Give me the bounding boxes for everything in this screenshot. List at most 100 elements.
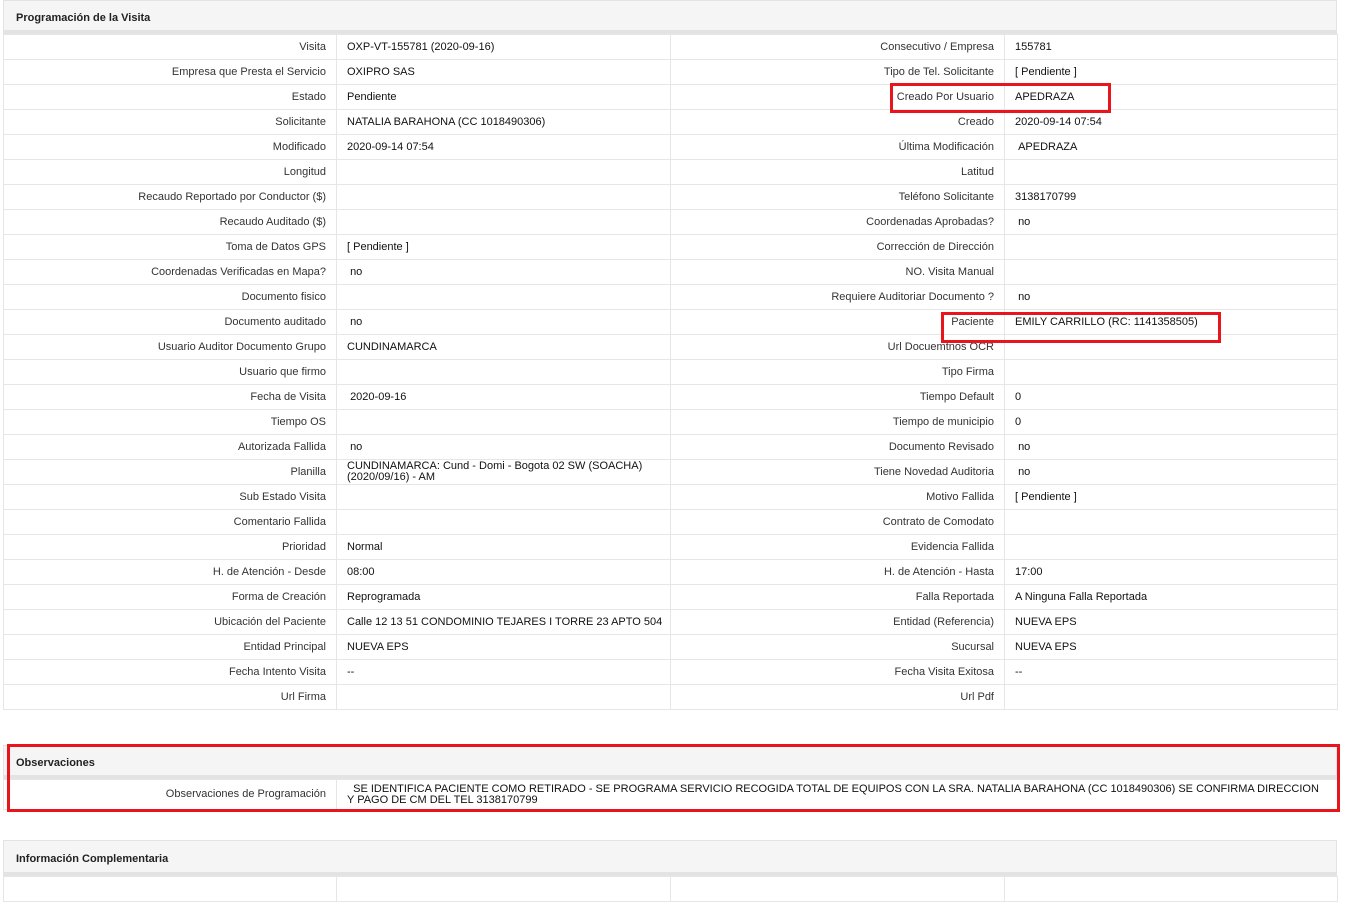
table-row: Solicitante NATALIA BARAHONA (CC 10184903… (3, 109, 1338, 135)
field-value: 0 (1004, 409, 1338, 435)
field-label: Corrección de Dirección (670, 234, 1005, 260)
table-row: Forma de Creación Reprogramada Falla Repor… (3, 584, 1338, 610)
field-label: Url Pdf (670, 684, 1005, 710)
complementary-panel: Información Complementaria (3, 840, 1338, 902)
field-value: -- (1004, 659, 1338, 685)
field-label: Ubicación del Paciente (3, 609, 337, 635)
table-row: Url Firma Url Pdf (3, 684, 1338, 710)
field-label: Tiempo OS (3, 409, 337, 435)
field-value: Reprogramada (336, 584, 671, 610)
field-value (336, 484, 671, 510)
field-value (1004, 334, 1338, 360)
field-label: Tiempo Default (670, 384, 1005, 410)
field-value: OXIPRO SAS (336, 59, 671, 85)
table-row: Empresa que Presta el Servicio OXIPRO SAS… (3, 59, 1338, 85)
field-value (336, 409, 671, 435)
observations-label: Observaciones de Programación (3, 779, 337, 810)
table-cell (1004, 876, 1338, 902)
field-value: no (1004, 459, 1338, 485)
field-value: no (336, 259, 671, 285)
field-value (1004, 159, 1338, 185)
field-value: EMILY CARRILLO (RC: 1141358505) (1004, 309, 1338, 335)
field-label: Autorizada Fallida (3, 434, 337, 460)
field-value: [ Pendiente ] (336, 234, 671, 260)
field-label: Comentario Fallida (3, 509, 337, 535)
field-value (336, 284, 671, 310)
field-label: Tiempo de municipio (670, 409, 1005, 435)
field-label: Url Firma (3, 684, 337, 710)
field-label: Creado Por Usuario (670, 84, 1005, 110)
field-value: 17:00 (1004, 559, 1338, 585)
field-value: [ Pendiente ] (1004, 484, 1338, 510)
field-value: no (1004, 284, 1338, 310)
field-label: Requiere Auditoriar Documento ? (670, 284, 1005, 310)
field-label: Prioridad (3, 534, 337, 560)
field-label: Entidad Principal (3, 634, 337, 660)
field-value: Pendiente (336, 84, 671, 110)
field-label: Sub Estado Visita (3, 484, 337, 510)
table-cell (336, 876, 671, 902)
table-row: Recaudo Reportado por Conductor ($) Teléf… (3, 184, 1338, 210)
field-label: Última Modificación (670, 134, 1005, 160)
field-value: NATALIA BARAHONA (CC 1018490306) (336, 109, 671, 135)
field-label: Tipo Firma (670, 359, 1005, 385)
field-value (1004, 509, 1338, 535)
field-value (1004, 534, 1338, 560)
field-label: Solicitante (3, 109, 337, 135)
field-value (1004, 234, 1338, 260)
table-row: Fecha Intento Visita -- Fecha Visita Exito… (3, 659, 1338, 685)
field-label: Empresa que Presta el Servicio (3, 59, 337, 85)
table-row: Visita OXP-VT-155781 (2020-09-16) Consecut… (3, 34, 1338, 60)
table-cell (3, 876, 337, 902)
table-row: Comentario Fallida Contrato de Comodato (3, 509, 1338, 535)
field-label: Toma de Datos GPS (3, 234, 337, 260)
field-value (336, 509, 671, 535)
field-label: Paciente (670, 309, 1005, 335)
table-row (3, 876, 1338, 902)
field-value: 0 (1004, 384, 1338, 410)
field-label: Documento auditado (3, 309, 337, 335)
field-label: Teléfono Solicitante (670, 184, 1005, 210)
field-value (1004, 259, 1338, 285)
field-label: Consecutivo / Empresa (670, 34, 1005, 60)
field-value: -- (336, 659, 671, 685)
field-label: Modificado (3, 134, 337, 160)
field-value (1004, 359, 1338, 385)
field-label: Fecha Visita Exitosa (670, 659, 1005, 685)
observations-table: Observaciones de Programación SE IDENTIF… (3, 779, 1338, 810)
field-value: 08:00 (336, 559, 671, 585)
table-row: Toma de Datos GPS[ Pendiente ] Corrección… (3, 234, 1338, 260)
table-row: Planilla CUNDINAMARCA: Cund - Domi - Bogo… (3, 459, 1338, 485)
field-label: Sucursal (670, 634, 1005, 660)
table-cell (670, 876, 1005, 902)
field-label: Contrato de Comodato (670, 509, 1005, 535)
field-label: Url Docuemtnos OCR (670, 334, 1005, 360)
visit-panel-title: Programación de la Visita (3, 0, 1337, 34)
field-value (336, 359, 671, 385)
field-label: Tipo de Tel. Solicitante (670, 59, 1005, 85)
field-value (336, 184, 671, 210)
field-label: Documento fisico (3, 284, 337, 310)
field-value: APEDRAZA (1004, 84, 1338, 110)
field-value: Calle 12 13 51 CONDOMINIO TEJARES I TORR… (336, 609, 671, 635)
field-label: Coordenadas Aprobadas? (670, 209, 1005, 235)
table-row: Autorizada Fallida no Documento Revisado … (3, 434, 1338, 460)
visit-details-table: Visita OXP-VT-155781 (2020-09-16) Consecut… (3, 34, 1338, 710)
field-label: Estado (3, 84, 337, 110)
field-value: Normal (336, 534, 671, 560)
field-value (336, 684, 671, 710)
field-label: Fecha de Visita (3, 384, 337, 410)
table-row: Modificado 2020-09-14 07:54 Última Modific… (3, 134, 1338, 160)
table-row: Ubicación del Paciente Calle 12 13 51 CON… (3, 609, 1338, 635)
field-label: H. de Atención - Hasta (670, 559, 1005, 585)
field-label: NO. Visita Manual (670, 259, 1005, 285)
field-value (336, 209, 671, 235)
field-label: Evidencia Fallida (670, 534, 1005, 560)
field-value: CUNDINAMARCA (336, 334, 671, 360)
field-value: OXP-VT-155781 (2020-09-16) (336, 34, 671, 60)
field-value: 2020-09-14 07:54 (1004, 109, 1338, 135)
field-label: Tiene Novedad Auditoria (670, 459, 1005, 485)
field-value (1004, 684, 1338, 710)
field-label: Creado (670, 109, 1005, 135)
field-label: Usuario Auditor Documento Grupo (3, 334, 337, 360)
